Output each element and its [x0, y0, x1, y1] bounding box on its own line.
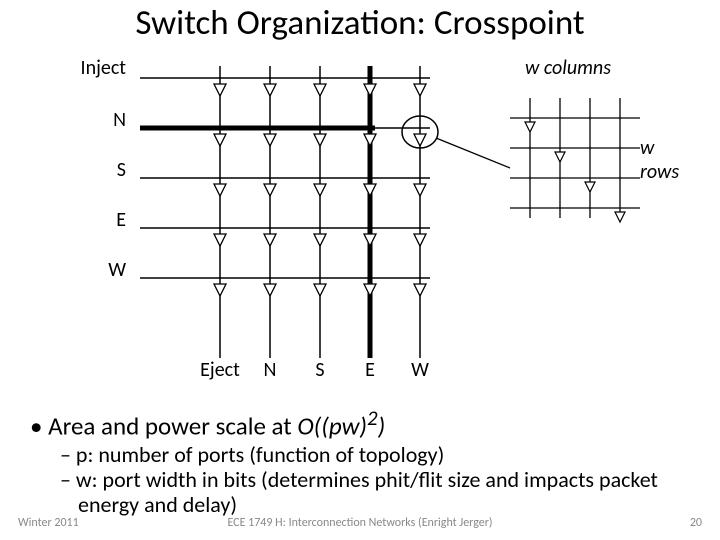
row-label-w: W [66, 258, 126, 282]
bullet-main: • Area and power scale at O((pw)2) [30, 405, 700, 441]
bullet-main-suffix: ) [378, 410, 386, 441]
col-label-e: E [345, 358, 395, 382]
bullet-main-exp: 2 [367, 405, 378, 431]
bullet-main-prefix: • Area and power scale at [30, 410, 297, 441]
crosspoint-diagram: Inject N S E W Eject N S E W w columns w… [70, 58, 650, 378]
row-label-e: E [66, 208, 126, 232]
row-label-s: S [66, 158, 126, 182]
footer-course: ECE 1749 H: Interconnection Networks (En… [0, 516, 720, 530]
col-label-s: S [295, 358, 345, 382]
diagram-svg [70, 58, 650, 378]
slide: Switch Organization: Crosspoint [0, 0, 720, 540]
slide-title: Switch Organization: Crosspoint [0, 2, 720, 44]
bullet-main-formula: O((pw) [297, 410, 367, 441]
footer-page: 20 [690, 516, 702, 530]
bullet-sub-1: – p: number of ports (function of topolo… [60, 443, 700, 468]
col-label-eject: Eject [195, 358, 245, 382]
col-label-w: W [395, 358, 445, 382]
w-columns-label: w columns [525, 56, 611, 80]
col-label-n: N [245, 358, 295, 382]
bullets: • Area and power scale at O((pw)2) – p: … [30, 405, 700, 517]
w-rows-label: w rows [640, 136, 679, 184]
row-label-inject: Inject [66, 56, 126, 80]
bullet-sub-2: – w: port width in bits (determines phit… [60, 468, 700, 517]
row-label-n: N [66, 108, 126, 132]
